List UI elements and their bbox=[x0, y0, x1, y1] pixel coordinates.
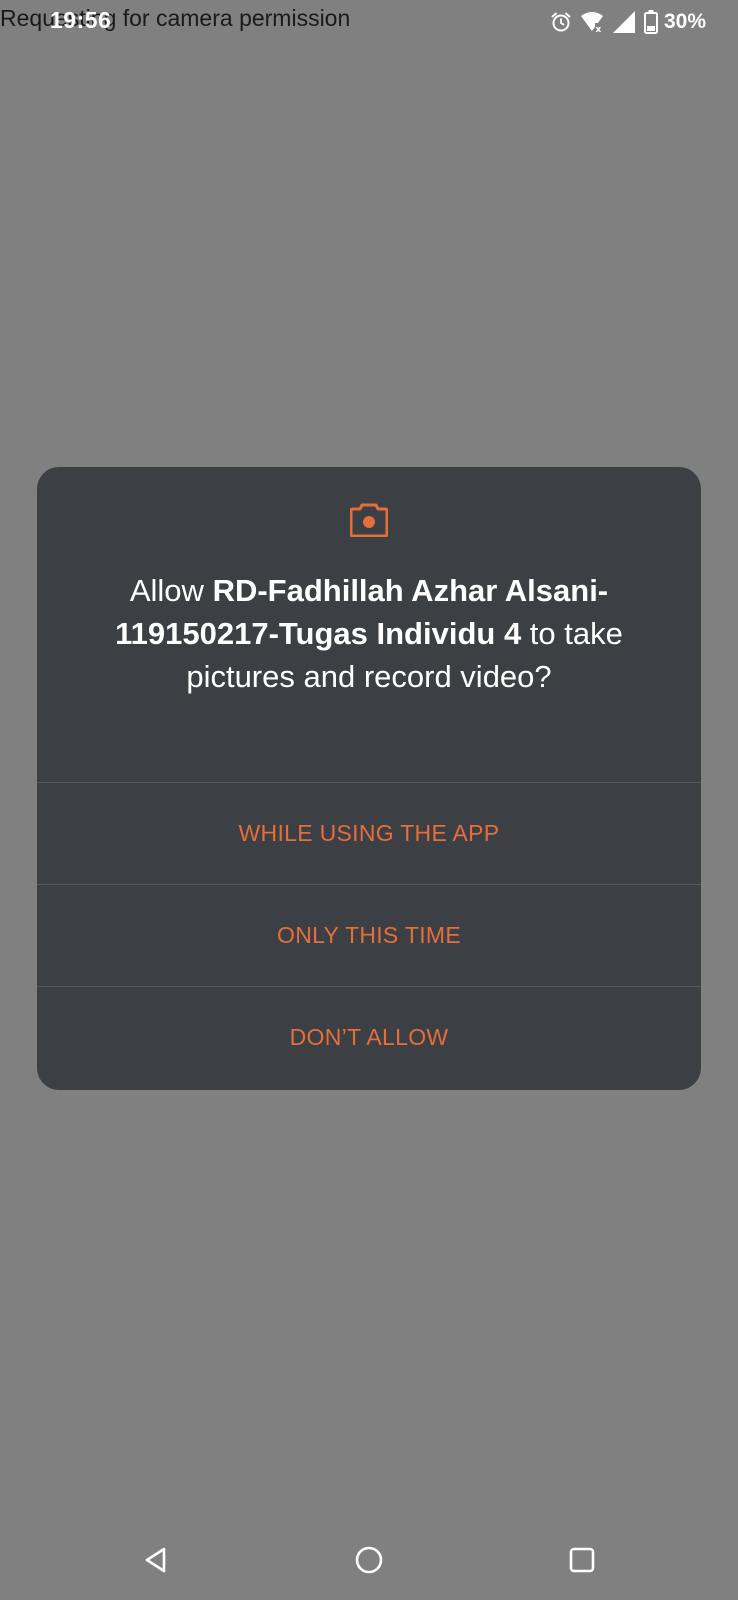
back-icon[interactable] bbox=[136, 1540, 176, 1580]
status-time: 19:56 bbox=[50, 7, 112, 33]
alarm-icon bbox=[550, 11, 572, 33]
home-icon[interactable] bbox=[349, 1540, 389, 1580]
only-this-time-button[interactable]: ONLY THIS TIME bbox=[37, 884, 701, 986]
cellular-signal-icon bbox=[612, 10, 636, 34]
status-icons: x 30% bbox=[550, 8, 706, 36]
permission-message: Allow RD-Fadhillah Azhar Alsani-11915021… bbox=[77, 569, 661, 698]
svg-text:x: x bbox=[595, 25, 601, 33]
message-prefix: Allow bbox=[129, 573, 213, 608]
battery-percent: 30% bbox=[663, 10, 706, 33]
while-using-app-button[interactable]: WHILE USING THE APP bbox=[37, 782, 701, 884]
recents-icon[interactable] bbox=[562, 1540, 602, 1580]
camera-icon bbox=[349, 503, 389, 538]
status-bar: Requesting for camera permission 19:56 x bbox=[0, 0, 738, 44]
navigation-bar bbox=[0, 1520, 738, 1600]
permission-dialog: Allow RD-Fadhillah Azhar Alsani-11915021… bbox=[37, 467, 701, 1090]
battery-icon bbox=[643, 10, 658, 34]
dont-allow-button[interactable]: DON’T ALLOW bbox=[37, 986, 701, 1088]
wifi-icon: x bbox=[580, 11, 604, 33]
dialog-actions: WHILE USING THE APP ONLY THIS TIME DON’T… bbox=[37, 782, 701, 1088]
